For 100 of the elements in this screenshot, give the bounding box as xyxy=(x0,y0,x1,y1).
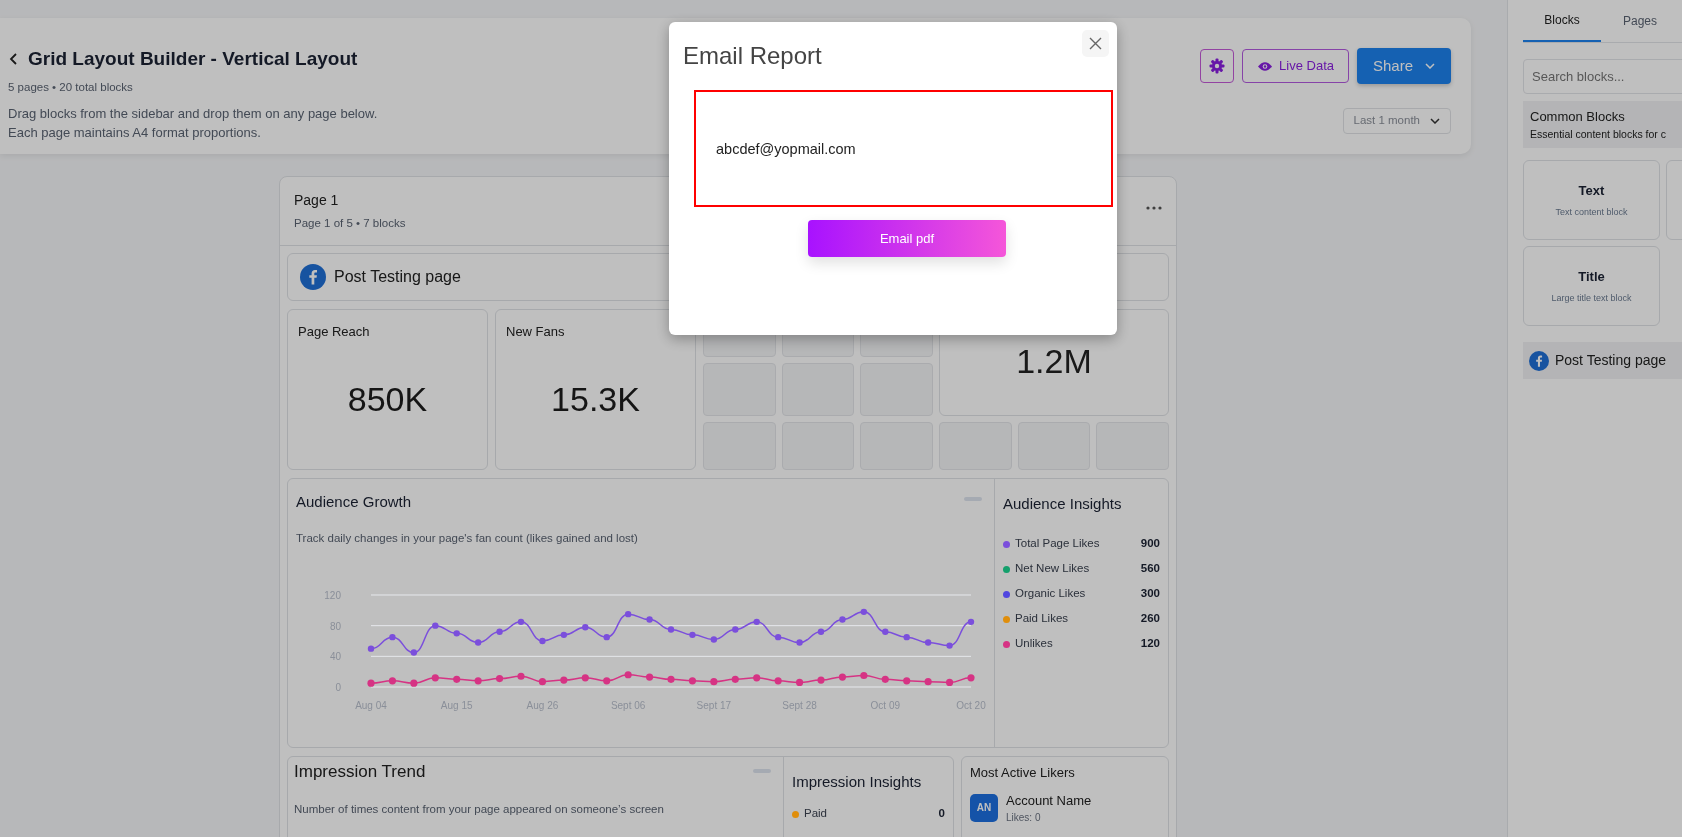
insight-value: 0 xyxy=(938,806,945,822)
data-point xyxy=(539,637,546,644)
source-name: Post Testing page xyxy=(1555,351,1667,371)
page-card-summary: Page 1 of 5 • 7 blocks xyxy=(294,216,406,231)
data-point xyxy=(731,675,739,683)
data-point xyxy=(817,676,825,684)
dialog-title: Email Report xyxy=(683,41,822,71)
data-point xyxy=(860,671,868,679)
data-point xyxy=(689,631,696,638)
data-point xyxy=(474,639,482,646)
data-point xyxy=(453,629,460,637)
stat-label: New Fans xyxy=(506,323,566,341)
more-options-icon[interactable] xyxy=(1146,206,1162,210)
settings-button[interactable] xyxy=(1200,49,1235,83)
data-point xyxy=(710,636,718,643)
data-point xyxy=(560,631,568,638)
insight-value: 560 xyxy=(1140,561,1160,577)
block-title: Text xyxy=(1578,181,1605,200)
block-title: Title xyxy=(1578,267,1605,286)
block-description: Text content block xyxy=(1555,206,1628,220)
data-point xyxy=(388,677,397,685)
sidebar-tab[interactable]: Pages xyxy=(1601,0,1679,42)
insight-value: 300 xyxy=(1140,586,1160,602)
block-card[interactable]: Title Large title text block xyxy=(1523,246,1660,327)
data-point xyxy=(903,677,911,685)
data-point xyxy=(967,618,975,625)
email-field[interactable]: abcdef@yopmail.com xyxy=(694,90,1113,207)
chart-title: Audience Growth xyxy=(296,492,412,512)
data-point xyxy=(667,675,675,683)
close-icon xyxy=(1089,37,1102,50)
description-line: Each page maintains A4 format proportions. xyxy=(8,124,262,143)
avatar-initials: AN xyxy=(970,793,998,822)
sidebar-tab[interactable]: Blocks xyxy=(1523,0,1601,42)
stat-value: 15.3K xyxy=(550,378,641,420)
stat-value: 850K xyxy=(346,378,429,420)
data-point xyxy=(753,673,761,682)
gear-icon xyxy=(1209,58,1226,74)
section-title: Common Blocks xyxy=(1530,108,1626,126)
block-description: Large title text block xyxy=(1551,292,1632,306)
likes-count: Likes: 0 xyxy=(1006,811,1042,825)
insight-label: Paid Likes xyxy=(1015,611,1070,627)
data-point xyxy=(431,673,439,682)
data-point xyxy=(688,677,697,685)
data-point xyxy=(903,633,910,641)
insights-title: Impression Insights xyxy=(792,772,923,792)
data-point xyxy=(645,673,654,681)
data-point xyxy=(774,677,782,685)
search-field[interactable]: Search blocks... xyxy=(1523,59,1682,94)
data-point xyxy=(924,639,932,646)
data-point xyxy=(945,678,954,686)
insight-value: 120 xyxy=(1140,636,1160,652)
close-button[interactable] xyxy=(1082,30,1109,57)
data-point xyxy=(646,616,653,623)
insight-label: Total Page Likes xyxy=(1015,536,1101,552)
data-point xyxy=(795,678,804,686)
data-point xyxy=(774,633,782,641)
data-point xyxy=(603,633,610,641)
data-point xyxy=(603,677,611,685)
page-card-title: Page 1 xyxy=(294,191,340,210)
data-point xyxy=(882,628,889,635)
data-point xyxy=(517,672,525,680)
facebook-icon xyxy=(1529,350,1549,371)
data-point xyxy=(796,639,803,646)
chart-description: Number of times content from your page appeared on someone’s screen xyxy=(294,801,665,817)
page-summary: 5 pages • 20 total blocks xyxy=(8,79,134,95)
data-point xyxy=(732,626,739,633)
source-name: Post Testing page xyxy=(334,267,461,287)
data-point xyxy=(838,673,847,681)
email-pdf-button[interactable]: Email pdf xyxy=(808,220,1006,257)
back-icon[interactable] xyxy=(8,52,20,67)
data-point xyxy=(389,633,396,641)
data-point xyxy=(538,677,547,685)
insight-label: Net New Likes xyxy=(1015,561,1091,577)
account-name: Account Name xyxy=(1006,791,1092,810)
insight-label: Paid xyxy=(804,806,829,822)
page-title: Grid Layout Builder - Vertical Layout xyxy=(28,48,358,71)
data-point xyxy=(624,610,632,618)
block-card[interactable]: Text Text content block xyxy=(1523,160,1660,241)
insights-title: Audience Insights xyxy=(1003,494,1123,514)
data-point xyxy=(560,676,568,684)
data-point xyxy=(495,674,504,682)
data-point xyxy=(496,628,503,635)
source-item[interactable]: Post Testing page xyxy=(1523,342,1682,380)
stat-label: Page Reach xyxy=(298,323,371,341)
data-point xyxy=(517,618,525,625)
data-point xyxy=(710,677,718,685)
chart-description: Track daily changes in your page's fan count (likes gained and lost) xyxy=(296,530,639,546)
data-point xyxy=(924,677,932,685)
live-data-button[interactable]: Live Data xyxy=(1242,49,1349,83)
chart-title: Impression Trend xyxy=(294,761,426,783)
data-point xyxy=(432,622,439,629)
data-point xyxy=(453,675,461,683)
facebook-icon xyxy=(300,264,326,290)
likers-title: Most Active Likers xyxy=(970,764,1076,782)
description-line: Drag blocks from the sidebar and drop them on any page below. xyxy=(8,105,378,124)
data-point xyxy=(860,608,868,615)
data-point xyxy=(839,616,846,623)
insight-label: Unlikes xyxy=(1015,636,1054,652)
data-point xyxy=(367,645,375,652)
data-point xyxy=(667,626,675,633)
